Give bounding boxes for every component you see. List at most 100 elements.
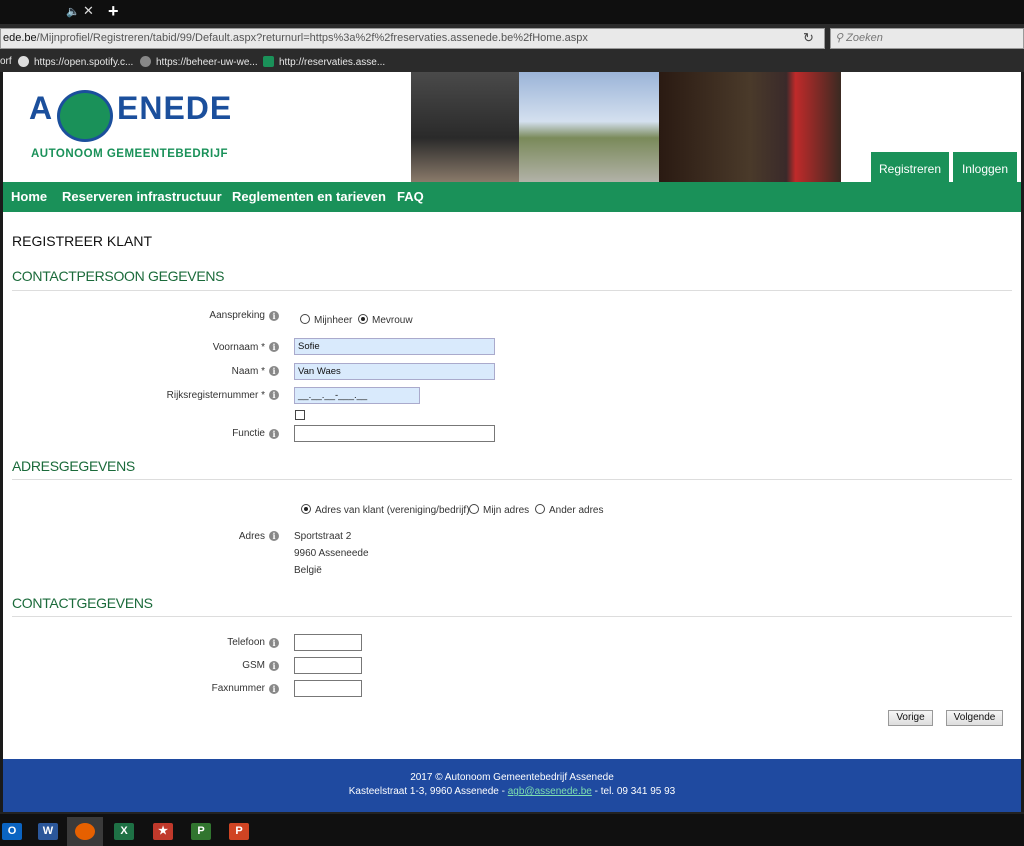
logo-subtitle: AUTONOOM GEMEENTEBEDRIJF	[31, 148, 229, 160]
footer-phone: - tel. 09 341 95 93	[591, 786, 676, 797]
browser-search-input[interactable]: ⚲ Zoeken	[830, 28, 1024, 49]
national-id-input[interactable]: __.__.__-___.__	[294, 387, 420, 404]
bookmark-label: https://beheer-uw-we...	[156, 57, 258, 68]
menu-item-reserve[interactable]: Reserveren infrastructuur	[62, 189, 222, 204]
new-tab-icon[interactable]: +	[108, 1, 119, 22]
word-icon: W	[38, 823, 58, 840]
logo-text-enede: ENEDE	[117, 90, 233, 126]
gsm-label: GSM	[242, 660, 265, 671]
function-label: Functie	[232, 428, 265, 439]
menu-item-faq[interactable]: FAQ	[397, 189, 424, 204]
info-icon[interactable]: i	[269, 684, 279, 694]
globe-icon	[140, 56, 151, 67]
address-line-city: 9960 Asseneede	[294, 548, 369, 559]
fax-label: Faxnummer	[211, 683, 265, 694]
page-title: REGISTREER KLANT	[12, 233, 153, 249]
firstname-label: Voornaam *	[212, 342, 265, 353]
section-contact-person: CONTACTPERSOON GEGEVENS	[12, 268, 225, 284]
radio-mevrouw-label: Mevrouw	[372, 315, 413, 326]
next-button[interactable]: Volgende	[946, 710, 1003, 726]
taskbar-access[interactable]: ★	[145, 817, 181, 846]
radio-client-address-label: Adres van klant (vereniging/bedrijf)	[315, 505, 470, 516]
info-icon[interactable]: i	[269, 366, 279, 376]
lastname-input[interactable]: Van Waes	[294, 363, 495, 380]
gsm-input[interactable]	[294, 657, 362, 674]
function-input[interactable]	[294, 425, 495, 442]
divider	[12, 616, 1012, 617]
radio-mijnheer-label: Mijnheer	[314, 315, 353, 326]
salutation-label: Aanspreking	[209, 310, 265, 321]
building-photo	[519, 72, 659, 182]
access-icon: ★	[153, 823, 173, 840]
close-tab-icon[interactable]: ✕	[83, 3, 94, 19]
radio-mevrouw[interactable]	[358, 314, 368, 324]
bookmark-item[interactable]: orf	[0, 56, 12, 67]
taskbar-excel[interactable]: X	[106, 817, 142, 846]
info-icon[interactable]: i	[269, 661, 279, 671]
divider	[12, 479, 1012, 480]
info-icon[interactable]: i	[269, 638, 279, 648]
login-button[interactable]: Inloggen	[953, 152, 1017, 182]
bookmark-item[interactable]: http://reservaties.asse...	[263, 56, 385, 68]
radio-my-address-label: Mijn adres	[483, 505, 530, 516]
info-icon[interactable]: i	[269, 390, 279, 400]
phone-label: Telefoon	[227, 637, 265, 648]
bookmark-item[interactable]: https://open.spotify.c...	[18, 56, 133, 68]
fax-input[interactable]	[294, 680, 362, 697]
taskbar-outlook[interactable]: O	[0, 817, 30, 846]
bookmarks-bar: orf https://open.spotify.c... https://be…	[0, 52, 1024, 72]
radio-other-address-label: Ander adres	[549, 505, 604, 516]
address-line-street: Sportstraat 2	[294, 531, 352, 542]
info-icon[interactable]: i	[269, 311, 279, 321]
footer-copyright: 2017 © Autonoom Gemeentebedrijf Assenede	[410, 772, 614, 783]
logo-text-a: A	[29, 90, 54, 126]
info-icon[interactable]: i	[269, 429, 279, 439]
footer-email-link[interactable]: agb@assenede.be	[508, 786, 592, 797]
logo-s-emblem	[57, 90, 113, 142]
concert-photo	[659, 72, 841, 182]
national-id-checkbox[interactable]	[295, 410, 305, 420]
bookmark-label: http://reservaties.asse...	[279, 57, 386, 68]
taskbar-powerpoint[interactable]: P	[221, 817, 257, 846]
radio-mijnheer[interactable]	[300, 314, 310, 324]
previous-button[interactable]: Vorige	[888, 710, 933, 726]
bookmark-item[interactable]: https://beheer-uw-we...	[140, 56, 258, 68]
register-button[interactable]: Registreren	[871, 152, 949, 182]
address-line-country: België	[294, 565, 322, 576]
radio-client-address[interactable]	[301, 504, 311, 514]
footer-address: Kasteelstraat 1-3, 9960 Assenede -	[348, 786, 508, 797]
search-icon: ⚲	[835, 32, 847, 44]
info-icon[interactable]: i	[269, 342, 279, 352]
spotify-icon	[18, 56, 29, 67]
info-icon[interactable]: i	[269, 531, 279, 541]
taskbar-word[interactable]: W	[30, 817, 66, 846]
project-icon: P	[191, 823, 211, 840]
radio-other-address[interactable]	[535, 504, 545, 514]
excel-icon: X	[114, 823, 134, 840]
url-path: /Mijnprofiel/Registreren/tabid/99/Defaul…	[36, 32, 588, 44]
browser-tab-bar: 🔈 ✕ +	[0, 0, 1024, 24]
main-menu: Home Reserveren infrastructuur Reglement…	[3, 182, 1021, 212]
lastname-label: Naam *	[231, 366, 265, 377]
menu-item-home[interactable]: Home	[11, 189, 47, 204]
radio-my-address[interactable]	[469, 504, 479, 514]
firstname-input[interactable]: Sofie	[294, 338, 495, 355]
section-address: ADRESGEGEVENS	[12, 458, 135, 474]
divider	[12, 290, 1012, 291]
site-footer: 2017 © Autonoom Gemeentebedrijf Assenede…	[3, 759, 1021, 812]
taskbar-project[interactable]: P	[183, 817, 219, 846]
speaker-icon[interactable]: 🔈	[66, 5, 80, 18]
url-bar[interactable]: ede.be/Mijnprofiel/Registreren/tabid/99/…	[0, 28, 825, 49]
outlook-icon: O	[2, 823, 22, 840]
phone-input[interactable]	[294, 634, 362, 651]
basketball-photo	[411, 72, 519, 182]
url-host: ede.be	[3, 32, 37, 44]
os-taskbar: O W X ★ P P	[0, 812, 1024, 846]
taskbar-firefox[interactable]	[67, 817, 103, 846]
footer-contact: Kasteelstraat 1-3, 9960 Assenede - agb@a…	[3, 786, 1021, 797]
site-logo[interactable]: A ENEDE AUTONOOM GEMEENTEBEDRIJF	[29, 90, 233, 170]
address-label: Adres	[238, 531, 265, 542]
menu-item-rules[interactable]: Reglementen en tarieven	[232, 189, 386, 204]
section-contact: CONTACTGEGEVENS	[12, 595, 153, 611]
reload-icon[interactable]: ↻	[803, 30, 814, 46]
